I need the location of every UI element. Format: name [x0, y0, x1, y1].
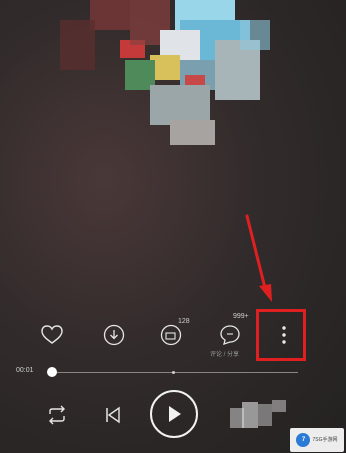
comment-button[interactable]: 128	[151, 315, 191, 355]
heart-icon	[41, 325, 63, 344]
download-button[interactable]	[94, 315, 134, 355]
next-button-blurred[interactable]	[228, 398, 288, 434]
previous-button[interactable]	[100, 402, 126, 428]
share-count: 999+	[233, 313, 249, 320]
download-icon	[103, 324, 125, 346]
red-highlight-box	[256, 309, 306, 361]
comment-icon	[160, 324, 182, 346]
site-watermark: 7 7SG手游网	[290, 428, 344, 452]
progress-bar[interactable]: 00:01	[0, 362, 346, 382]
elapsed-time: 00:01	[16, 367, 34, 374]
progress-thumb[interactable]	[47, 367, 57, 377]
comment-count: 128	[178, 318, 190, 325]
repeat-button[interactable]	[44, 402, 70, 428]
watermark-text: 7SG手游网	[312, 437, 338, 443]
progress-track[interactable]	[52, 372, 298, 373]
red-arrow-annotation	[245, 214, 272, 302]
buffer-marker	[172, 371, 175, 374]
chat-bubble-icon	[220, 325, 240, 345]
repeat-icon	[49, 405, 65, 425]
share-button[interactable]: 999+ 评论 / 分享	[210, 313, 250, 358]
skip-previous-icon	[106, 406, 120, 424]
like-button[interactable]	[32, 315, 72, 355]
watermark-logo: 7	[296, 433, 311, 447]
share-sub-label: 评论 / 分享	[210, 352, 240, 358]
play-icon	[169, 406, 181, 422]
play-button[interactable]	[150, 390, 198, 438]
